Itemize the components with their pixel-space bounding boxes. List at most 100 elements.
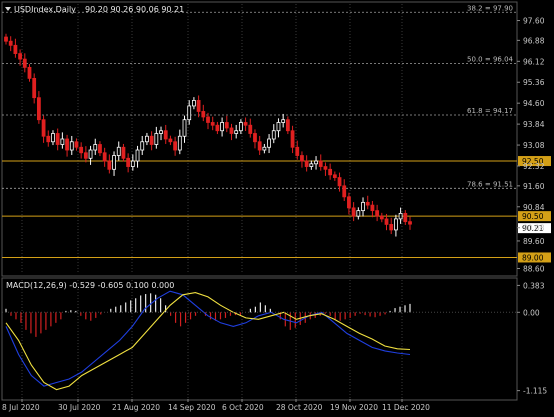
x-tick-label: 21 Aug 2020	[112, 403, 160, 412]
candle-body	[173, 141, 178, 151]
candle-body	[69, 141, 74, 151]
candle-body	[276, 122, 281, 132]
fib-level-label: 50.0 = 96.04	[467, 56, 513, 64]
macd-tick-label: 0.00	[523, 308, 540, 317]
candle-body	[13, 44, 18, 54]
price-tick-label: 92.32	[523, 162, 545, 171]
candle-body	[323, 166, 328, 170]
price-tick-label: 97.60	[523, 17, 545, 26]
candle-body	[375, 210, 380, 217]
candle-body	[267, 138, 271, 148]
candle-body	[201, 111, 206, 118]
candle-body	[93, 144, 98, 151]
candle-body	[309, 163, 314, 167]
level-price-label: 90.50	[522, 212, 544, 221]
candle-body	[130, 160, 135, 167]
candle-body	[206, 116, 210, 123]
candle-body	[22, 58, 27, 68]
candle-body	[300, 155, 304, 162]
candle-body	[290, 130, 295, 148]
macd-header: MACD(12,26,9) -0.529 -0.605 0.100 0.000	[6, 281, 174, 290]
candle-body	[394, 218, 398, 231]
candle-body	[196, 100, 201, 112]
candle-body	[304, 160, 309, 167]
candle-body	[238, 122, 243, 132]
x-tick-label: 14 Sep 2020	[168, 403, 216, 412]
candle-body	[79, 146, 84, 154]
candle-body	[262, 146, 267, 151]
candle-body	[102, 152, 107, 162]
candle-body	[337, 177, 342, 187]
candle-body	[18, 53, 22, 60]
price-tick-label: 95.36	[523, 78, 545, 87]
x-axis: 8 Jul 2020 30 Jul 2020 21 Aug 2020 14 Sep 2…	[2, 399, 430, 412]
candle-body	[351, 207, 356, 217]
candle-body	[145, 135, 149, 143]
candle-body	[32, 77, 37, 99]
candle-body	[318, 160, 323, 167]
price-tick-label: 94.60	[523, 99, 545, 108]
price-tick-label: 96.12	[523, 57, 545, 66]
fib-level-label: 78.6 = 91.51	[467, 180, 513, 188]
candle-body	[271, 130, 276, 140]
candle-body	[135, 149, 140, 162]
candle-body	[361, 201, 365, 212]
price-tick-label: 89.60	[523, 237, 545, 246]
price-tick-label: 93.08	[523, 141, 545, 150]
candle-body	[389, 224, 394, 231]
candle-body	[154, 133, 159, 145]
candle-body	[379, 215, 384, 220]
candle-body	[224, 122, 229, 129]
candle-body	[192, 100, 196, 107]
candle-body	[384, 218, 389, 225]
chart-window: 38.2 = 97.90 50.0 = 96.04 61.8 = 94.17 78.6…	[0, 0, 554, 413]
candle-body	[41, 119, 46, 137]
candle-body	[140, 141, 145, 151]
candle-body	[365, 201, 370, 206]
candle-body	[332, 174, 337, 178]
candle-body	[314, 160, 318, 165]
candle-body	[403, 212, 408, 223]
fib-level-label: 38.2 = 97.90	[467, 4, 513, 12]
candle-body	[215, 124, 220, 132]
candle-body	[168, 138, 173, 143]
x-tick-label: 6 Oct 2020	[222, 403, 264, 412]
candle-body	[159, 130, 163, 134]
candle-body	[281, 119, 286, 123]
candle-body	[220, 122, 224, 132]
candle-body	[210, 122, 215, 126]
candle-body	[295, 146, 300, 156]
candle-body	[149, 135, 154, 145]
candle-body	[107, 160, 112, 170]
candle-body	[257, 141, 262, 151]
x-tick-label: 19 Nov 2020	[330, 403, 378, 412]
fib-level-label: 61.8 = 94.17	[467, 107, 513, 115]
candle-body	[234, 130, 239, 134]
price-tick-label: 90.84	[523, 203, 545, 212]
candle-body	[60, 138, 65, 145]
x-tick-label: 11 Dec 2020	[382, 403, 430, 412]
candle-body	[356, 210, 361, 217]
candle-body	[51, 133, 55, 143]
price-tick-label: 93.84	[523, 120, 545, 129]
candle-body	[4, 36, 8, 42]
candle-body	[83, 152, 88, 159]
candle-body	[65, 138, 69, 151]
price-tick-label: 90.08	[523, 224, 545, 233]
candle-body	[182, 119, 187, 137]
chart-svg: 38.2 = 97.90 50.0 = 96.04 61.8 = 94.17 78.6…	[1, 1, 551, 412]
candle-body	[229, 127, 234, 134]
candle-body	[328, 168, 333, 176]
x-tick-label: 8 Jul 2020	[2, 403, 40, 412]
candle-body	[285, 119, 290, 132]
candle-body	[187, 105, 192, 121]
candle-body	[398, 212, 403, 220]
candle-body	[347, 196, 351, 209]
candle-body	[253, 133, 257, 143]
candle-body	[8, 40, 13, 46]
price-tick-label: 88.60	[523, 264, 545, 273]
candle-body	[55, 133, 60, 145]
candle-body	[342, 185, 347, 198]
candle-body	[98, 144, 102, 154]
macd-panel	[1, 277, 518, 401]
